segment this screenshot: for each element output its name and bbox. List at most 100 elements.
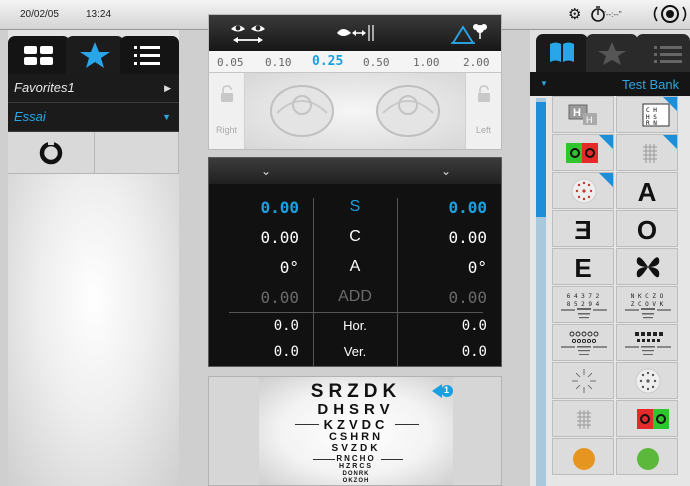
distance-vision-icon[interactable] [333,19,377,47]
tab-favorites[interactable] [66,36,124,74]
tile-empty[interactable] [95,132,179,174]
list-item-favorites1[interactable]: Favorites1 ▶ [8,74,179,103]
test-tile-cross[interactable] [616,134,678,171]
test-bank-title: Test Bank [622,77,680,92]
test-tile-tumbling-e-rows[interactable] [616,324,678,361]
left-sphere-value[interactable]: 0.00 [409,198,487,217]
test-tile-radial[interactable] [552,362,614,399]
polarized-marker [663,135,677,149]
chart-number-line: 6 4 3 7 2 [566,293,600,300]
test-tile-numbers[interactable]: 6 4 3 7 2 8 5 2 9 4 [552,286,614,323]
right-eye-label: Right [215,125,237,135]
reversed-e-icon: Ǝ [574,215,592,245]
test-tile-dot-ring[interactable] [552,172,614,209]
cylinder-label[interactable]: C [325,228,385,246]
left-eye-lock-button[interactable]: Left [465,73,501,149]
test-tile-dot-ring-2[interactable] [616,362,678,399]
list-item-essai[interactable]: Essai ▼ [8,103,179,132]
axis-label[interactable]: A [325,258,385,276]
test-tile-landolt-c[interactable]: O [616,210,678,247]
right-sphere-value[interactable]: 0.00 [225,198,299,217]
vertical-prism-label[interactable]: Ver. [325,344,385,359]
cross-grid-icon [577,410,591,429]
acuity-value[interactable]: 0.10 [265,56,292,69]
right-vertical-prism-value[interactable]: 0.0 [225,344,299,360]
right-horizontal-prism-value[interactable]: 0.0 [225,318,299,334]
test-tile-letter-a[interactable]: A [616,172,678,209]
right-cylinder-value[interactable]: 0.00 [225,228,299,247]
h-letter-test-icon: H H [568,104,597,125]
tile-landolt-c[interactable] [8,132,95,174]
acuity-value[interactable]: 1.00 [413,56,440,69]
chart-line: RNCHO [336,454,376,463]
favorites-list: Favorites1 ▶ Essai ▼ [8,74,179,132]
right-eye-button[interactable] [267,83,337,139]
acuity-panel: 0.05 0.10 0.25 0.50 1.00 2.00 Right Left [208,14,502,150]
scrollbar-thumb[interactable] [536,102,546,217]
left-add-value[interactable]: 0.00 [409,288,487,307]
chart-bar-right [395,424,419,425]
chevron-down-icon[interactable]: ⌄ [261,164,271,178]
eyes-display [245,73,465,149]
left-horizontal-prism-value[interactable]: 0.0 [409,318,487,334]
right-axis-value[interactable]: 0° [225,258,299,277]
test-grid: H H C H H S R N A Ǝ O E 6 4 3 7 2 8 5 2 … [552,96,690,486]
chevron-down-icon[interactable]: ⌄ [441,164,451,178]
power-icon[interactable] [650,3,690,25]
svg-text:C H: C H [646,107,657,114]
binocular-eyes-icon[interactable] [219,19,279,47]
tumbling-e-icon: E [574,253,592,283]
acuity-value-selected[interactable]: 0.25 [312,54,343,69]
test-tile-e-reversed[interactable]: Ǝ [552,210,614,247]
star-icon [80,42,110,68]
acuity-value[interactable]: 2.00 [463,56,490,69]
test-tile-red-green-2[interactable] [616,400,678,437]
favorite-tiles [8,132,179,174]
tab-list-view[interactable] [636,34,690,72]
tab-list-view[interactable] [120,36,179,74]
test-tile-red-green[interactable] [552,134,614,171]
left-cylinder-value[interactable]: 0.00 [409,228,487,247]
left-axis-value[interactable]: 0° [409,258,487,277]
left-vertical-prism-value[interactable]: 0.0 [409,344,487,360]
chart-bar-left [295,424,319,425]
add-label[interactable]: ADD [325,288,385,306]
chart-bar-left [313,459,335,460]
test-tile-letters[interactable]: N K C Z O Z C O V K [616,286,678,323]
landscape-fixation-icon[interactable] [447,19,491,47]
test-tile-cross-2[interactable] [552,400,614,437]
gear-icon[interactable]: ⚙ [568,5,581,23]
right-tab-bar [530,30,690,72]
acuity-value[interactable]: 0.50 [363,56,390,69]
chevron-down-icon: ▼ [162,112,171,122]
test-tile-letter-grid[interactable]: C H H S R N [616,96,678,133]
landolt-c-icon: O [636,215,658,245]
left-eye-button[interactable] [373,83,443,139]
favorites-preview-area [8,174,179,486]
tab-favorites[interactable] [586,34,638,72]
chart-preview-panel[interactable]: SRZDK DHSRV KZVDC CSHRN SVZDK RNCHO HZRC… [208,376,502,486]
line-number-badge: 1 [444,385,450,395]
test-tile-letter-e[interactable]: E [552,248,614,285]
test-bank-header[interactable]: ▼ Test Bank [530,72,690,96]
test-tile-green-target[interactable] [616,438,678,475]
horizontal-prism-label[interactable]: Hor. [325,318,385,333]
tiny-rows-icon [561,308,607,319]
list-item-label: Essai [14,109,46,124]
test-tile-orange-target[interactable] [552,438,614,475]
grid-icon [24,46,53,65]
chart-line: DONRK [342,471,370,477]
test-tile-h-letters[interactable]: H H [552,96,614,133]
tab-test-bank[interactable] [536,34,588,72]
line-pointer-icon[interactable] [432,383,454,399]
svg-text:H: H [586,115,593,125]
chart-letter-line: N K C Z O [630,293,664,300]
right-add-value[interactable]: 0.00 [225,288,299,307]
row-divider [229,312,483,313]
sphere-label[interactable]: S [325,198,385,216]
right-eye-lock-button[interactable]: Right [209,73,245,149]
tab-grid-view[interactable] [8,36,70,74]
test-tile-rings[interactable] [552,324,614,361]
acuity-value[interactable]: 0.05 [217,56,244,69]
test-tile-butterfly[interactable] [616,248,678,285]
